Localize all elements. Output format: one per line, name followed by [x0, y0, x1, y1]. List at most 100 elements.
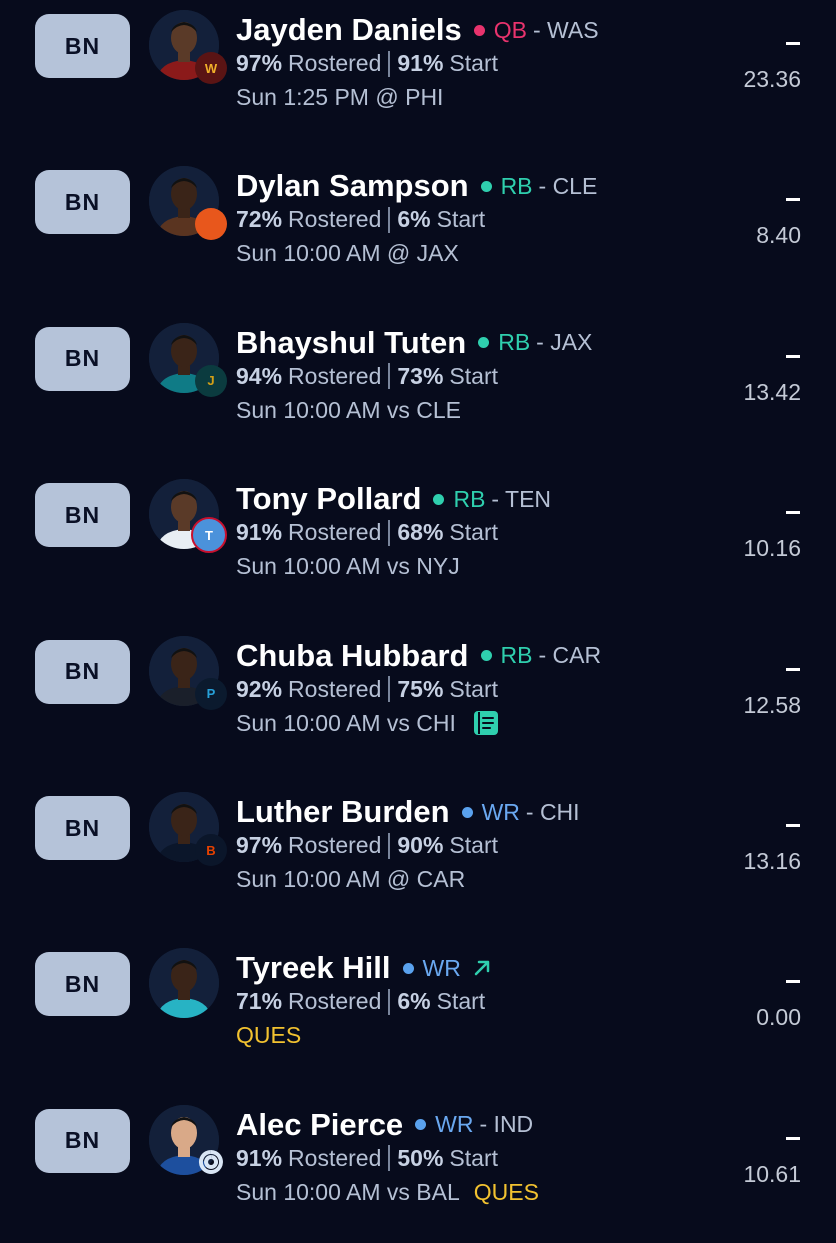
status-dot	[433, 493, 445, 505]
rostered-label: Rostered	[288, 50, 382, 76]
position-label: RB	[498, 329, 531, 356]
bench-slot-button[interactable]: BN	[35, 639, 130, 704]
player-avatar[interactable]	[149, 1104, 223, 1175]
bears-logo-icon: B	[195, 834, 227, 866]
colts-logo-icon	[195, 1147, 227, 1179]
ownership-stats: 71% Rostered 6% Start	[236, 988, 485, 1015]
start-percent: 68%	[397, 519, 444, 546]
game-info: Sun 10:00 AM vs BAL QUES	[236, 1179, 539, 1206]
projection-dash	[786, 667, 800, 671]
player-avatar[interactable]: J	[149, 322, 227, 397]
rostered-label: Rostered	[288, 519, 382, 546]
player-avatar[interactable]: B	[149, 792, 227, 866]
projection-dash	[786, 511, 800, 515]
player-row[interactable]: BN P Chuba Hubbard RB - CAR 92% Rostered 75% Sta…	[0, 618, 836, 774]
status-dot	[480, 180, 492, 192]
player-name-link[interactable]: Luther Burden	[236, 794, 450, 830]
ownership-stats: 91% Rostered 50% Start	[236, 1145, 498, 1172]
stat-divider	[388, 832, 391, 859]
ownership-stats: 92% Rostered 75% Start	[236, 676, 498, 703]
player-row[interactable]: BN J Bhayshul Tuten RB - JAX 94% Rostered 73% St…	[0, 305, 836, 461]
bench-slot-button[interactable]: BN	[35, 326, 130, 391]
player-name-link[interactable]: Tony Pollard	[236, 481, 421, 517]
player-name-line: Luther Burden WR - CHI	[236, 794, 580, 830]
player-name-line: Jayden Daniels QB - WAS	[236, 12, 599, 48]
bench-slot-button[interactable]: BN	[35, 796, 130, 860]
bench-slot-button[interactable]: BN	[35, 1108, 130, 1173]
fantasy-points: 13.16	[743, 848, 801, 874]
stat-divider	[388, 988, 391, 1015]
player-row[interactable]: BN B Luther Burden WR - CHI 97% Rostered 90% Sta…	[0, 774, 836, 930]
team-logo-letter: J	[207, 373, 215, 389]
player-name-link[interactable]: Jayden Daniels	[236, 12, 462, 48]
bench-slot-button[interactable]: BN	[35, 14, 130, 78]
ownership-stats: 97% Rostered 91% Start	[236, 50, 498, 77]
bench-slot-button[interactable]: BN	[35, 170, 130, 235]
player-name-link[interactable]: Dylan Sampson	[236, 168, 469, 204]
player-name-line: Tyreek Hill WR	[236, 950, 493, 986]
fantasy-points: 10.61	[743, 1160, 801, 1187]
team-label: - CAR	[538, 642, 602, 669]
team-logo-letter: W	[204, 60, 218, 76]
player-name-link[interactable]: Bhayshul Tuten	[236, 325, 466, 361]
team-label: - WAS	[532, 16, 599, 43]
game-time: Sun 10:00 AM @ CAR	[236, 866, 466, 892]
game-time: Sun 1:25 PM @ PHI	[236, 84, 444, 110]
trending-up-icon	[471, 957, 493, 979]
rostered-percent: 91%	[236, 519, 283, 546]
rostered-label: Rostered	[288, 1144, 382, 1171]
ownership-stats: 94% Rostered 73% Start	[236, 363, 498, 390]
player-row[interactable]: BN W Jayden Daniels QB - WAS 97% Rostered 91% St…	[0, 0, 836, 148]
rostered-percent: 97%	[236, 50, 283, 76]
player-row[interactable]: BN Dylan Sampson RB - CLE 72% Rostered 6% Start…	[0, 148, 836, 304]
position-label: RB	[500, 172, 533, 199]
position-label: RB	[453, 485, 486, 512]
position-label: WR	[435, 1111, 474, 1138]
player-avatar[interactable]: P	[149, 635, 227, 710]
fantasy-points: 23.36	[743, 66, 801, 92]
team-label: - TEN	[491, 485, 552, 512]
team-logo-letter: P	[206, 686, 216, 702]
projection-dash	[786, 1136, 800, 1140]
player-row[interactable]: BN Alec Pierce WR - IND 91% Rostered 50% Start S…	[0, 1087, 836, 1243]
game-info: Sun 1:25 PM @ PHI	[236, 84, 443, 111]
team-label: - CLE	[538, 172, 598, 199]
rostered-percent: 91%	[236, 1144, 283, 1171]
status-dot	[478, 337, 490, 349]
fantasy-points: 13.42	[743, 378, 801, 405]
bench-slot-button[interactable]: BN	[35, 483, 130, 548]
projection-dash	[786, 980, 800, 984]
rostered-label: Rostered	[288, 832, 382, 858]
player-avatar[interactable]	[149, 166, 227, 241]
status-dot	[415, 1119, 427, 1131]
injury-status-badge: QUES	[473, 1178, 539, 1205]
team-label: - IND	[479, 1111, 534, 1138]
rostered-label: Rostered	[288, 988, 382, 1015]
player-name-link[interactable]: Tyreek Hill	[236, 950, 391, 986]
player-row[interactable]: BN Tyreek Hill WR 71% Rostered 6% Start QUES 0.0…	[0, 930, 836, 1086]
game-info: QUES	[236, 1022, 301, 1049]
fantasy-points: 8.40	[756, 222, 801, 249]
player-name-link[interactable]: Alec Pierce	[236, 1107, 403, 1143]
game-info: Sun 10:00 AM @ JAX	[236, 240, 459, 267]
player-headshot-icon	[149, 948, 219, 1019]
bench-slot-button[interactable]: BN	[35, 952, 130, 1017]
game-info: Sun 10:00 AM vs NYJ	[236, 553, 460, 580]
rostered-label: Rostered	[288, 206, 382, 233]
team-label: - JAX	[536, 329, 593, 356]
rostered-percent: 94%	[236, 362, 283, 389]
game-time: Sun 10:00 AM vs CHI	[236, 709, 456, 736]
position-label: QB	[493, 16, 527, 43]
player-avatar[interactable]: W	[149, 10, 227, 84]
team-logo-letter: T	[205, 527, 213, 543]
start-label: Start	[449, 675, 498, 702]
rostered-percent: 97%	[236, 832, 283, 858]
player-name-link[interactable]: Chuba Hubbard	[236, 638, 469, 674]
player-news-icon[interactable]	[472, 710, 500, 736]
player-row[interactable]: BN T Tony Pollard RB - TEN 91% Rostered 68% Star…	[0, 461, 836, 617]
player-avatar[interactable]: T	[149, 479, 227, 554]
ownership-stats: 97% Rostered 90% Start	[236, 832, 498, 859]
panthers-logo-icon: P	[195, 677, 227, 710]
position-label: RB	[500, 642, 533, 669]
player-avatar[interactable]	[149, 948, 219, 1019]
